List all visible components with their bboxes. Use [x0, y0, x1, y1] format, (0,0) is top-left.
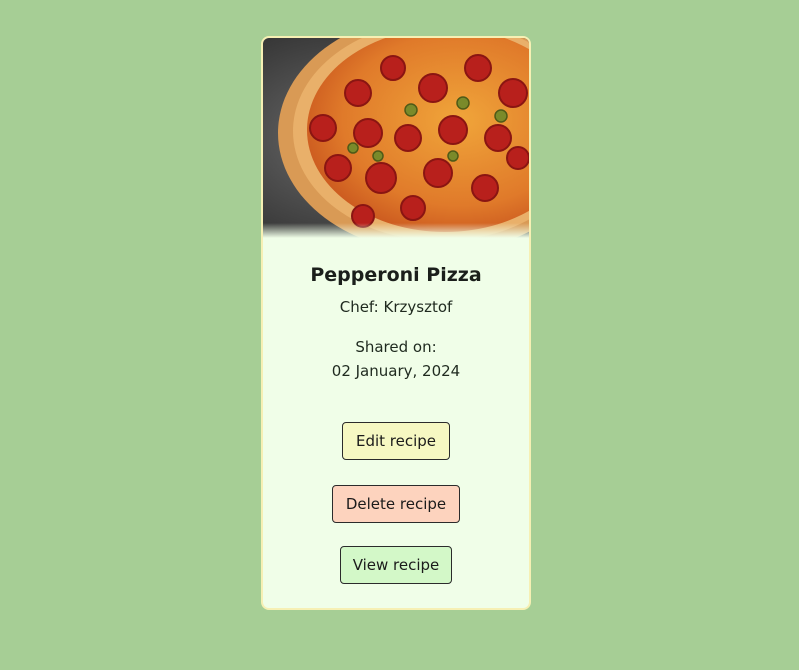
- pizza-image-icon: [263, 38, 529, 238]
- view-recipe-button[interactable]: View recipe: [340, 546, 452, 584]
- shared-date: 02 January, 2024: [331, 362, 461, 380]
- shared-on-label: Shared on:: [355, 338, 437, 356]
- edit-recipe-button[interactable]: Edit recipe: [342, 422, 450, 460]
- chef-name: Chef: Krzysztof: [339, 298, 453, 316]
- recipe-card: Pepperoni Pizza Chef: Krzysztof Shared o…: [261, 36, 531, 610]
- pizza-photo: [263, 38, 529, 238]
- recipe-title: Pepperoni Pizza: [310, 264, 482, 286]
- delete-recipe-button[interactable]: Delete recipe: [332, 485, 460, 523]
